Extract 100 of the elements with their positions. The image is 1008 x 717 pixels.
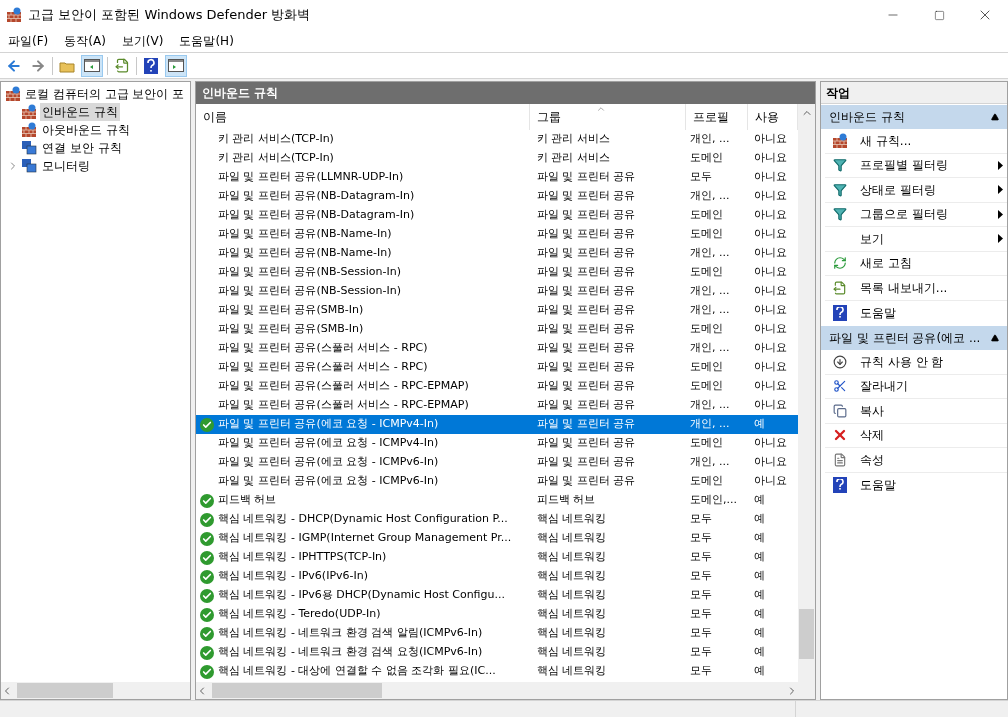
table-cell-text: 핵심 네트워킹 xyxy=(536,511,608,528)
refresh-icon xyxy=(833,256,847,271)
action-item[interactable]: 도움말 xyxy=(825,300,1007,325)
table-row[interactable]: 핵심 네트워킹 - IPHTTPS(TCP-In) 핵심 네트워킹 모두 예 xyxy=(196,548,798,567)
action-item[interactable]: 상태로 필터링 xyxy=(825,178,1007,203)
table-row[interactable]: 핵심 네트워킹 - IGMP(Internet Group Management Pr... 핵심 네트워킹 모두 예 xyxy=(196,529,798,548)
table-cell-text: 핵심 네트워킹 xyxy=(536,568,608,585)
action-item[interactable]: 보기 xyxy=(825,227,1007,252)
submenu-arrow-icon xyxy=(998,160,1003,170)
table-row[interactable]: 파일 및 프린터 공유(NB-Session-In) 파일 및 프린터 공유 개인, ... 아니요 xyxy=(196,282,798,301)
table-cell-text: 핵심 네트워킹 xyxy=(536,606,608,623)
table-row[interactable]: 파일 및 프린터 공유(스풀러 서비스 - RPC) 파일 및 프린터 공유 개인, ... 아니요 xyxy=(196,339,798,358)
column-header[interactable]: 그룹 xyxy=(530,104,686,130)
table-row[interactable]: 파일 및 프린터 공유(SMB-In) 파일 및 프린터 공유 개인, ... 아니요 xyxy=(196,301,798,320)
check-icon xyxy=(200,645,214,660)
check-icon xyxy=(200,512,214,527)
table-row[interactable]: 파일 및 프린터 공유(NB-Datagram-In) 파일 및 프린터 공유 개인, ... 아니요 xyxy=(196,187,798,206)
menu-item[interactable]: 보기(V) xyxy=(115,31,170,51)
menu-item[interactable]: 동작(A) xyxy=(58,31,112,51)
table-row[interactable]: 핵심 네트워킹 - DHCP(Dynamic Host Configuration P... 핵심 네트워킹 모두 예 xyxy=(196,510,798,529)
table-row[interactable]: 파일 및 프린터 공유(스풀러 서비스 - RPC-EPMAP) 파일 및 프린터 공유 도메인 아니요 xyxy=(196,377,798,396)
table-cell-text: 모두 xyxy=(689,549,713,566)
table-cell-text: 아니요 xyxy=(753,169,788,186)
action-item[interactable]: 프로필별 필터링 xyxy=(825,153,1007,178)
table-cell-text: 아니요 xyxy=(753,131,788,148)
table-cell-text: 파일 및 프린터 공유(스풀러 서비스 - RPC-EPMAP) xyxy=(218,397,470,414)
table-cell-text: 피드백 허브 xyxy=(218,492,278,509)
help-icon xyxy=(833,304,847,321)
table-row[interactable]: 파일 및 프린터 공유(NB-Session-In) 파일 및 프린터 공유 도메인 아니요 xyxy=(196,263,798,282)
section-header[interactable]: 인바운드 규칙 xyxy=(821,105,1007,129)
action-item[interactable]: 새 규칙... xyxy=(825,129,1007,154)
action-item[interactable]: 잘라내기 xyxy=(825,374,1007,399)
table-row[interactable]: 핵심 네트워킹 - 네트워크 환경 검색 알림(ICMPv6-In) 핵심 네트워킹 모두 예 xyxy=(196,624,798,643)
action-item[interactable]: 규칙 사용 안 함 xyxy=(825,350,1007,375)
menu-item[interactable]: 도움말(H) xyxy=(173,31,240,51)
submenu-arrow-icon xyxy=(998,185,1003,195)
check-icon xyxy=(200,569,214,584)
table-row[interactable]: 키 관리 서비스(TCP-In) 키 관리 서비스 도메인 아니요 xyxy=(196,149,798,168)
action-item[interactable]: 목록 내보내기... xyxy=(825,276,1007,301)
table-row[interactable]: 피드백 허브 피드백 허브 도메인,... 예 xyxy=(196,491,798,510)
console-tree-button[interactable] xyxy=(81,54,103,77)
table-row[interactable]: 파일 및 프린터 공유(스풀러 서비스 - RPC) 파일 및 프린터 공유 도메인 아니요 xyxy=(196,358,798,377)
table-cell-text: 핵심 네트워킹 - IGMP(Internet Group Management Pr... xyxy=(218,530,513,547)
table-cell-text: 핵심 네트워킹 - Teredo(UDP-In) xyxy=(218,606,382,623)
section-header[interactable]: 파일 및 프린터 공유(에코 ... xyxy=(821,326,1007,350)
action-item[interactable]: 새로 고침 xyxy=(825,251,1007,276)
tree-item[interactable]: 모니터링 xyxy=(40,157,92,175)
table-cell-text: 개인, ... xyxy=(689,283,731,300)
table-row[interactable]: 파일 및 프린터 공유(스풀러 서비스 - RPC-EPMAP) 파일 및 프린터 공유 개인, ... 아니요 xyxy=(196,396,798,415)
filter-icon xyxy=(833,158,847,173)
action-item[interactable]: 복사 xyxy=(825,399,1007,424)
firewall-icon xyxy=(21,104,37,120)
tree-item[interactable]: 아웃바운드 규칙 xyxy=(40,121,132,139)
table-row[interactable]: 파일 및 프린터 공유(에코 요청 - ICMPv4-In) 파일 및 프린터 공유 도메인 아니요 xyxy=(196,434,798,453)
scrollbar-thumb[interactable] xyxy=(799,609,814,659)
column-header[interactable]: 프로필 xyxy=(686,104,748,130)
menu-item[interactable]: 파일(F) xyxy=(2,31,55,51)
table-row[interactable]: 파일 및 프린터 공유(에코 요청 - ICMPv6-In) 파일 및 프린터 공유 개인, ... 아니요 xyxy=(196,453,798,472)
table-cell-text: 예 xyxy=(753,644,766,661)
table-cell-text: 예 xyxy=(753,606,766,623)
tree-item[interactable]: 연결 보안 규칙 xyxy=(40,139,124,157)
table-cell-text: 파일 및 프린터 공유(에코 요청 - ICMPv4-In) xyxy=(218,416,440,433)
table-cell-text: 모두 xyxy=(689,169,713,186)
action-item[interactable]: 삭제 xyxy=(825,423,1007,448)
table-row[interactable]: 핵심 네트워킹 - IPv6용 DHCP(Dynamic Host Configu... 핵심 네트워킹 모두 예 xyxy=(196,586,798,605)
table-cell-text: 파일 및 프린터 공유(SMB-In) xyxy=(218,321,365,338)
table-cell-text: 파일 및 프린터 공유 xyxy=(536,321,637,338)
table-cell-text: 파일 및 프린터 공유 xyxy=(536,302,637,319)
table-row[interactable]: 키 관리 서비스(TCP-In) 키 관리 서비스 개인, ... 아니요 xyxy=(196,130,798,149)
table-row[interactable]: 핵심 네트워킹 - Teredo(UDP-In) 핵심 네트워킹 모두 예 xyxy=(196,605,798,624)
scrollbar-thumb[interactable] xyxy=(212,683,382,698)
table-row[interactable]: 핵심 네트워킹 - IPv6(IPv6-In) 핵심 네트워킹 모두 예 xyxy=(196,567,798,586)
action-item[interactable]: 그룹으로 필터링 xyxy=(825,202,1007,227)
table-row[interactable]: 파일 및 프린터 공유(LLMNR-UDP-In) 파일 및 프린터 공유 모두 아니요 xyxy=(196,168,798,187)
action-pane-button[interactable] xyxy=(165,54,187,77)
table-cell-text: 파일 및 프린터 공유(에코 요청 - ICMPv6-In) xyxy=(218,473,440,490)
action-item[interactable]: 속성 xyxy=(825,448,1007,473)
help-button[interactable] xyxy=(141,55,161,76)
table-cell-text: 도메인 xyxy=(689,150,724,167)
tree-item[interactable]: 로컬 컴퓨터의 고급 보안이 포 xyxy=(1,84,190,103)
table-cell-text: 도메인 xyxy=(689,359,724,376)
table-row[interactable]: 파일 및 프린터 공유(에코 요청 - ICMPv4-In) 파일 및 프린터 공유 개인, ... 예 xyxy=(196,415,798,434)
table-row[interactable]: 파일 및 프린터 공유(에코 요청 - ICMPv6-In) 파일 및 프린터 공유 도메인 아니요 xyxy=(196,472,798,491)
column-header[interactable]: 이름 xyxy=(196,104,530,130)
disable-icon xyxy=(833,354,847,369)
table-row[interactable]: 파일 및 프린터 공유(NB-Name-In) 파일 및 프린터 공유 개인, ... 아니요 xyxy=(196,244,798,263)
tree-item[interactable]: 인바운드 규칙 xyxy=(40,103,120,121)
table-row[interactable]: 핵심 네트워킹 - 대상에 연결할 수 없음 조각화 필요(IC... 핵심 네트워킹 모두 예 xyxy=(196,662,798,681)
table-row[interactable]: 파일 및 프린터 공유(NB-Name-In) 파일 및 프린터 공유 도메인 아니요 xyxy=(196,225,798,244)
table-cell-text: 파일 및 프린터 공유(스풀러 서비스 - RPC) xyxy=(218,359,429,376)
table-row[interactable]: 파일 및 프린터 공유(SMB-In) 파일 및 프린터 공유 도메인 아니요 xyxy=(196,320,798,339)
table-cell-text: 예 xyxy=(753,530,766,547)
table-row[interactable]: 파일 및 프린터 공유(NB-Datagram-In) 파일 및 프린터 공유 도메인 아니요 xyxy=(196,206,798,225)
table-cell-text: 아니요 xyxy=(753,340,788,357)
scrollbar-thumb[interactable] xyxy=(17,683,113,698)
table-row[interactable]: 핵심 네트워킹 - 네트워크 환경 검색 요청(ICMPv6-In) 핵심 네트워킹 모두 예 xyxy=(196,643,798,662)
action-item[interactable]: 도움말 xyxy=(825,472,1007,497)
table-cell-text: 파일 및 프린터 공유(NB-Name-In) xyxy=(218,226,393,243)
filter-icon xyxy=(833,182,847,197)
table-cell-text: 모두 xyxy=(689,606,713,623)
